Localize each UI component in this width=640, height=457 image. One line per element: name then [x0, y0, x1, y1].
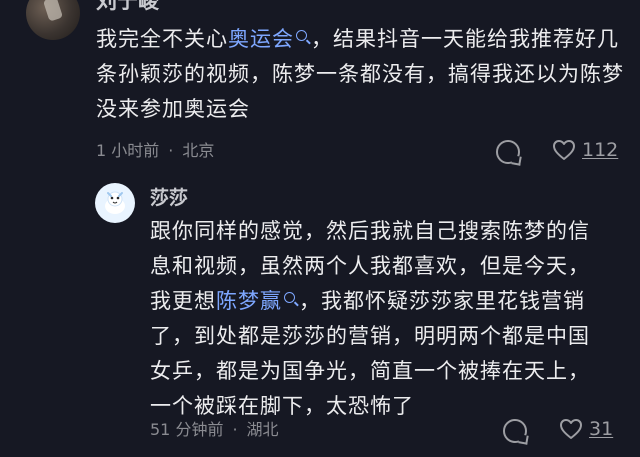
avatar[interactable] [95, 183, 135, 223]
reply-button[interactable] [503, 419, 527, 443]
reply-icon [496, 140, 520, 164]
search-icon [296, 30, 307, 41]
comment-time: 51 分钟前 [150, 420, 224, 439]
comment-meta: 1 小时前 · 北京 [96, 141, 215, 160]
search-icon [284, 292, 295, 303]
heart-icon [553, 140, 575, 160]
comment-location: 湖北 [246, 420, 279, 439]
like-button[interactable]: 112 [552, 139, 618, 161]
topic-link[interactable]: 奥运会 [228, 27, 294, 51]
like-count: 112 [582, 139, 619, 161]
reply-button[interactable] [496, 140, 520, 164]
comment-body: 跟你同样的感觉，然后我就自己搜索陈梦的信息和视频，虽然两个人我都喜欢，但是今天，… [150, 214, 610, 424]
comment-location: 北京 [182, 141, 215, 160]
avatar-image [105, 191, 125, 214]
comment-time: 1 小时前 [96, 141, 160, 160]
topic-link[interactable]: 陈梦赢 [216, 289, 282, 313]
like-button[interactable]: 31 [559, 418, 613, 440]
comment-meta: 51 分钟前 · 湖北 [150, 420, 279, 439]
like-count: 31 [589, 418, 614, 440]
comment-author[interactable]: 刘宁峻 [96, 0, 159, 14]
comment-body: 我完全不关心奥运会 ，结果抖音一天能给我推荐好几条孙颖莎的视频，陈梦一条都没有，搞… [96, 22, 626, 127]
comment-author[interactable]: 莎莎 [150, 186, 188, 210]
reply-icon [503, 419, 527, 443]
comment-text-part: 我完全不关心 [96, 27, 228, 51]
heart-icon [560, 419, 582, 439]
avatar[interactable] [26, 0, 80, 40]
